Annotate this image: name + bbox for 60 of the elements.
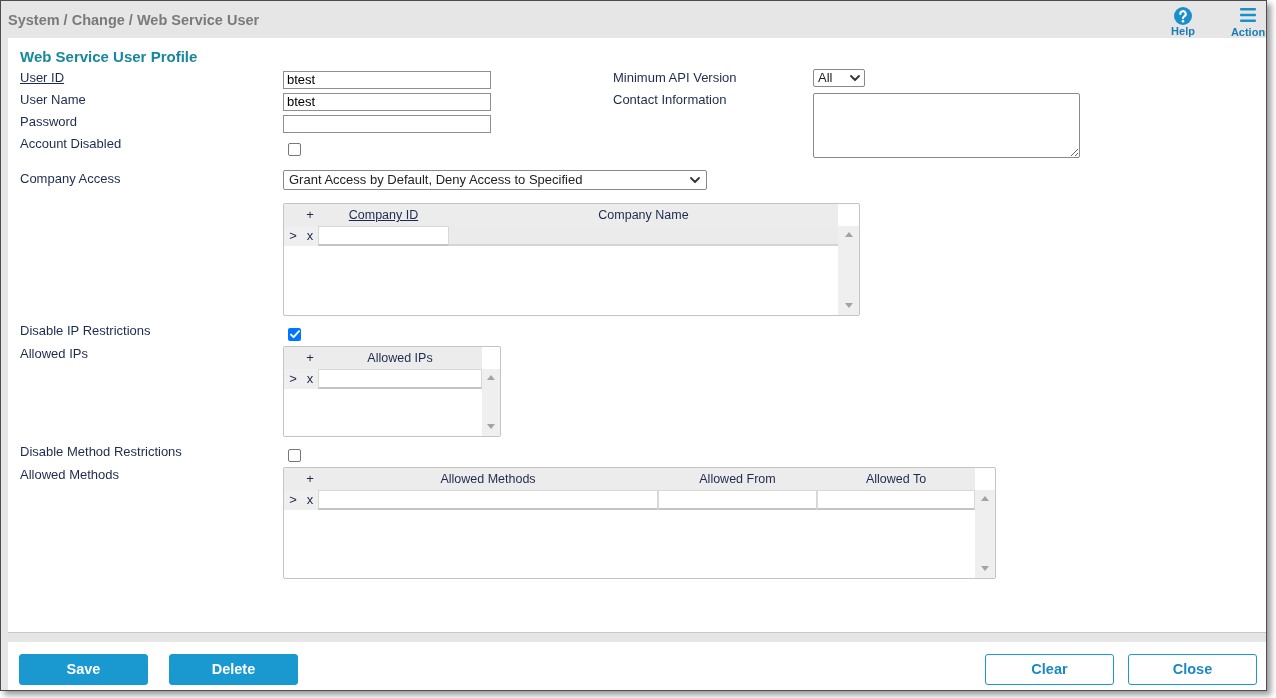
- cell-input-field[interactable]: [318, 226, 449, 246]
- dropdown[interactable]: All: [813, 69, 865, 87]
- row-pointer: >: [284, 490, 302, 510]
- text-area[interactable]: [813, 93, 1080, 158]
- dropdown[interactable]: Grant Access by Default, Deny Access to Specified: [283, 170, 707, 190]
- field-label: Disable Method Restrictions: [20, 443, 182, 461]
- text-field[interactable]: btest: [283, 93, 491, 111]
- field-label: Minimum API Version: [613, 69, 737, 87]
- scroll-up-arrow-icon: [487, 375, 495, 380]
- delete-row-button[interactable]: x: [302, 369, 318, 389]
- scroll-down-arrow-icon: [981, 566, 989, 571]
- column-header-link[interactable]: Company ID: [348, 204, 419, 226]
- menu-icon: [1240, 8, 1256, 22]
- scrollbar[interactable]: [838, 226, 859, 315]
- row-pointer: >: [284, 226, 302, 246]
- add-row-button[interactable]: +: [304, 468, 316, 490]
- column-header: Allowed From: [699, 471, 776, 488]
- delete-row-button[interactable]: x: [302, 226, 318, 246]
- chevron-down-icon: [850, 75, 860, 81]
- scroll-up-arrow-icon: [981, 496, 989, 501]
- cell-input-field[interactable]: [318, 369, 482, 389]
- cell-input-field[interactable]: [817, 490, 975, 510]
- column-header: Allowed Methods: [440, 471, 536, 488]
- column-header: Allowed To: [865, 471, 927, 488]
- checkbox[interactable]: [288, 328, 301, 341]
- footer-button[interactable]: Clear: [985, 654, 1114, 685]
- field-label: Password: [20, 113, 78, 131]
- cell-input-field[interactable]: [658, 490, 817, 510]
- scrollbar[interactable]: [482, 369, 500, 436]
- section-title: Web Service User Profile: [20, 47, 198, 67]
- help-icon: [1174, 7, 1192, 25]
- row-pointer: >: [284, 369, 302, 389]
- add-row-button[interactable]: +: [304, 347, 316, 369]
- delete-row-button[interactable]: x: [302, 490, 318, 510]
- field-label: Account Disabled: [20, 135, 122, 153]
- field-label: Company Access: [20, 170, 121, 187]
- checkbox[interactable]: [288, 143, 301, 156]
- text-field[interactable]: btest: [283, 71, 491, 89]
- scroll-down-arrow-icon: [487, 424, 495, 429]
- field-label: Allowed Methods: [20, 467, 119, 483]
- checkbox[interactable]: [288, 449, 301, 462]
- field-label: User Name: [20, 91, 86, 109]
- checkmark-icon: [289, 330, 300, 339]
- cell-input-field[interactable]: [318, 490, 658, 510]
- add-row-button[interactable]: +: [304, 204, 316, 226]
- text-field[interactable]: [283, 115, 491, 133]
- footer-button[interactable]: Close: [1128, 654, 1257, 685]
- column-header: Company Name: [598, 207, 689, 224]
- field-label: Disable IP Restrictions: [20, 322, 151, 340]
- actions-button[interactable]: Action: [1230, 1, 1266, 38]
- field-label: Allowed IPs: [20, 346, 88, 362]
- scroll-down-arrow-icon: [844, 303, 853, 308]
- chevron-down-icon: [690, 177, 700, 183]
- field-label-link[interactable]: User ID: [20, 69, 65, 87]
- scrollbar[interactable]: [975, 490, 995, 578]
- field-label: Contact Information: [613, 91, 727, 109]
- breadcrumb: System / Change / Web Service User: [8, 10, 260, 29]
- scroll-up-arrow-icon: [844, 232, 853, 237]
- help-button[interactable]: Help: [1168, 1, 1198, 37]
- column-header: Allowed IPs: [367, 350, 433, 367]
